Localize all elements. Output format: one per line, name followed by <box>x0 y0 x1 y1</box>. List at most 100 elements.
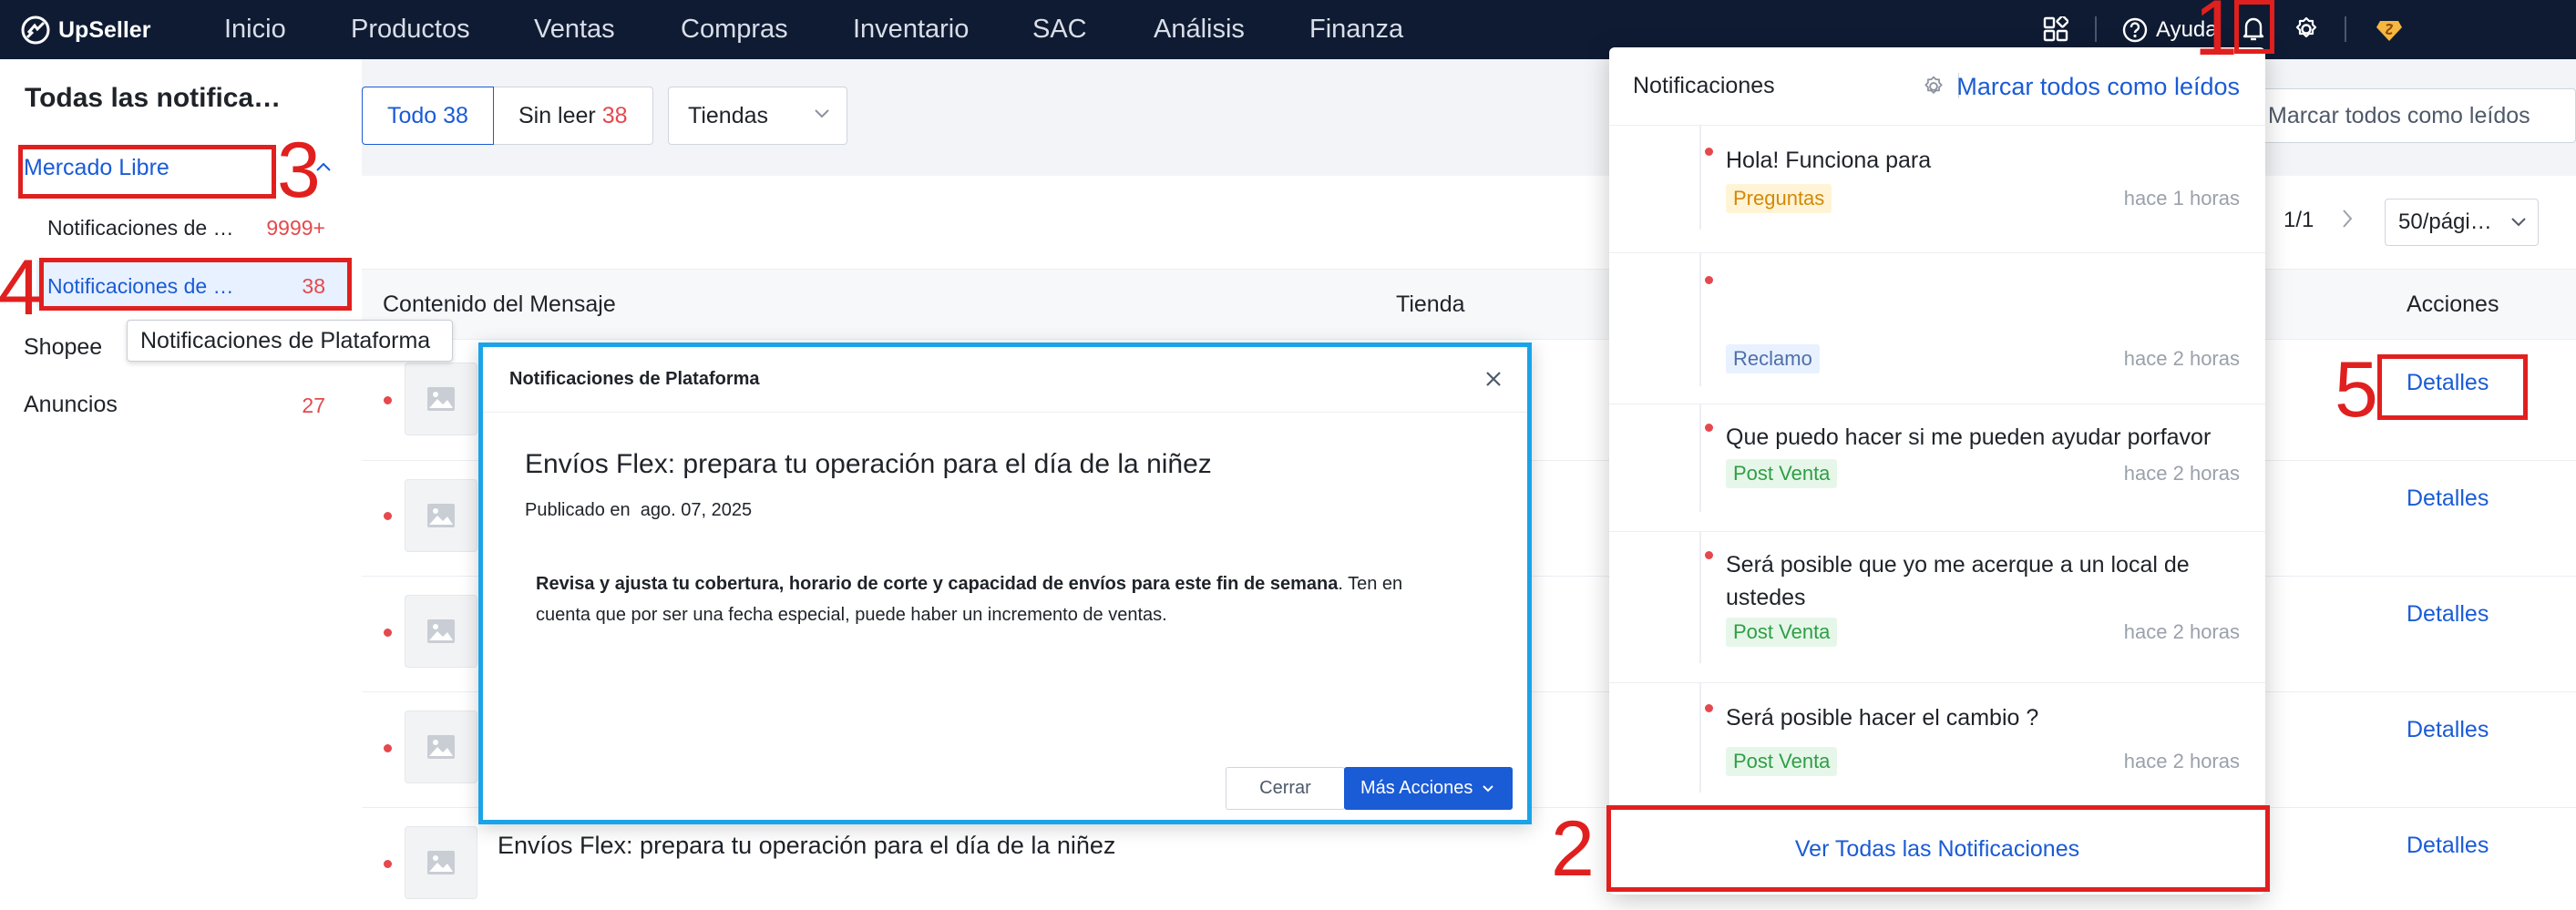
nav-divider <box>2345 16 2346 42</box>
notification-dropdown-title: Notificaciones <box>1633 73 1775 98</box>
notification-item[interactable]: Será posible hacer el cambio ? Post Vent… <box>1609 682 2265 805</box>
annotation-box-3 <box>18 145 276 199</box>
notification-tag: Preguntas <box>1726 184 1832 213</box>
nav-inicio[interactable]: Inicio <box>224 11 286 47</box>
sidebar-title: Todas las notifica… <box>25 83 282 113</box>
published-label: Publicado en <box>525 500 631 520</box>
tab-all[interactable]: Todo 38 <box>362 87 494 145</box>
unread-dot <box>384 744 392 752</box>
nav-ventas[interactable]: Ventas <box>534 11 615 47</box>
notification-time: hace 2 horas <box>2123 462 2240 485</box>
sidebar-tooltip: Notificaciones de Plataforma <box>127 320 453 362</box>
notification-item[interactable]: Que puedo hacer si me pueden ayudar porf… <box>1609 404 2265 531</box>
notification-time: hace 2 horas <box>2123 347 2240 370</box>
tab-unread-count: 38 <box>601 103 628 128</box>
image-placeholder-icon <box>405 479 477 552</box>
annotation-number-5: 5 <box>2335 346 2378 434</box>
notification-text: Será posible que yo me acerque a un loca… <box>1726 552 2190 610</box>
close-icon[interactable] <box>1483 369 1504 389</box>
tab-unread-label: Sin leer <box>518 103 596 128</box>
page-size-value: 50/pági… <box>2398 210 2492 234</box>
notification-time: hace 1 horas <box>2123 187 2240 210</box>
annotation-box-5 <box>2377 354 2528 420</box>
unread-dot <box>384 629 392 637</box>
unread-dot <box>1705 276 1713 284</box>
nav-analisis[interactable]: Análisis <box>1154 11 1245 47</box>
row-message-content[interactable]: Envíos Flex: prepara tu operación para e… <box>498 832 1115 860</box>
notification-item[interactable]: Hola! Funciona para Preguntas hace 1 hor… <box>1609 125 2265 252</box>
timeline-line <box>1699 404 1701 512</box>
notification-item[interactable]: Será posible que yo me acerque a un loca… <box>1609 531 2265 682</box>
pagination-indicator: 1/1 <box>2284 208 2314 232</box>
annotation-number-2: 2 <box>1551 805 1595 893</box>
column-header-actions: Acciones <box>2407 291 2499 317</box>
details-link[interactable]: Detalles <box>2407 601 2489 628</box>
sidebar-group-shopee[interactable]: Shopee <box>24 334 102 361</box>
mark-all-read-button[interactable]: Marcar todos como leídos <box>2260 88 2576 143</box>
more-actions-button[interactable]: Más Acciones <box>1344 767 1513 810</box>
apps-grid-icon[interactable] <box>2039 13 2072 46</box>
upseller-logo-icon <box>20 15 51 46</box>
modal-body-bold: Revisa y ajusta tu cobertura, horario de… <box>536 574 1339 594</box>
chevron-down-icon <box>1482 784 1494 793</box>
gear-icon[interactable] <box>1922 75 1945 98</box>
store-select-value: Tiendas <box>688 103 769 128</box>
unread-dot <box>384 860 392 868</box>
annotation-box-1 <box>2234 0 2274 54</box>
unread-dot <box>1705 424 1713 432</box>
brand-name: UpSeller <box>58 16 151 43</box>
notification-tag: Reclamo <box>1726 344 1820 373</box>
annotation-number-1: 1 <box>2194 0 2238 72</box>
details-link[interactable]: Detalles <box>2407 717 2489 743</box>
image-placeholder-icon <box>405 595 477 668</box>
unread-dot <box>384 512 392 520</box>
chevron-right-icon[interactable] <box>2340 208 2355 230</box>
nav-sac[interactable]: SAC <box>1032 11 1087 47</box>
annotation-number-4: 4 <box>0 244 42 332</box>
nav-compras[interactable]: Compras <box>681 11 788 47</box>
unread-dot <box>1705 704 1713 712</box>
gear-icon[interactable] <box>2290 13 2323 46</box>
annotation-box-2 <box>1606 805 2270 892</box>
page-size-select[interactable]: 50/pági… <box>2385 199 2539 246</box>
nav-divider <box>2095 16 2097 42</box>
timeline-line <box>1699 253 1701 386</box>
modal-published: Publicado en ago. 07, 2025 <box>525 500 752 521</box>
sidebar-count-1: 9999+ <box>266 216 325 240</box>
modal-title: Notificaciones de Plataforma <box>509 369 760 389</box>
image-placeholder-icon <box>405 826 477 899</box>
nav-productos[interactable]: Productos <box>351 11 470 47</box>
brand-logo[interactable]: UpSeller <box>20 12 150 48</box>
close-button[interactable]: Cerrar <box>1226 767 1345 810</box>
sidebar-item-notificaciones-1[interactable]: Notificaciones de … <box>47 216 234 240</box>
column-header-store: Tienda <box>1396 291 1465 317</box>
store-select[interactable]: Tiendas <box>668 87 847 145</box>
details-link[interactable]: Detalles <box>2407 833 2489 859</box>
details-link[interactable]: Detalles <box>2407 486 2489 512</box>
notification-text: Será posible hacer el cambio ? <box>1726 705 2039 731</box>
chevron-down-icon <box>814 107 830 118</box>
notification-text: Hola! Funciona para <box>1726 148 1932 173</box>
notification-tag: Post Venta <box>1726 459 1838 488</box>
mark-all-read-link[interactable]: Marcar todos como leídos <box>1956 73 2240 101</box>
annotation-box-4 <box>39 258 352 311</box>
published-date: ago. 07, 2025 <box>640 500 753 520</box>
modal-body: Revisa y ajusta tu cobertura, horario de… <box>536 568 1447 630</box>
notification-item[interactable]: Reclamo hace 2 horas <box>1609 252 2265 404</box>
filter-tabs: Todo 38 Sin leer 38 <box>362 87 653 145</box>
unread-dot <box>384 396 392 404</box>
nav-inventario[interactable]: Inventario <box>853 11 969 47</box>
timeline-line <box>1699 126 1701 230</box>
column-header-content: Contenido del Mensaje <box>383 291 616 317</box>
tab-unread[interactable]: Sin leer 38 <box>493 87 653 145</box>
sidebar-group-anuncios[interactable]: Anuncios <box>24 392 118 418</box>
timeline-line <box>1699 683 1701 792</box>
nav-finanza[interactable]: Finanza <box>1309 11 1403 47</box>
notification-dropdown: Notificaciones Marcar todos como leídos … <box>1609 47 2265 895</box>
notification-tag: Post Venta <box>1726 618 1838 647</box>
sidebar-count-anuncios: 27 <box>302 394 325 417</box>
notification-time: hace 2 horas <box>2123 750 2240 772</box>
plan-badge-icon[interactable] <box>2373 13 2406 46</box>
more-actions-label: Más Acciones <box>1360 778 1473 798</box>
notification-detail-modal: Notificaciones de Plataforma Envíos Flex… <box>478 343 1532 824</box>
